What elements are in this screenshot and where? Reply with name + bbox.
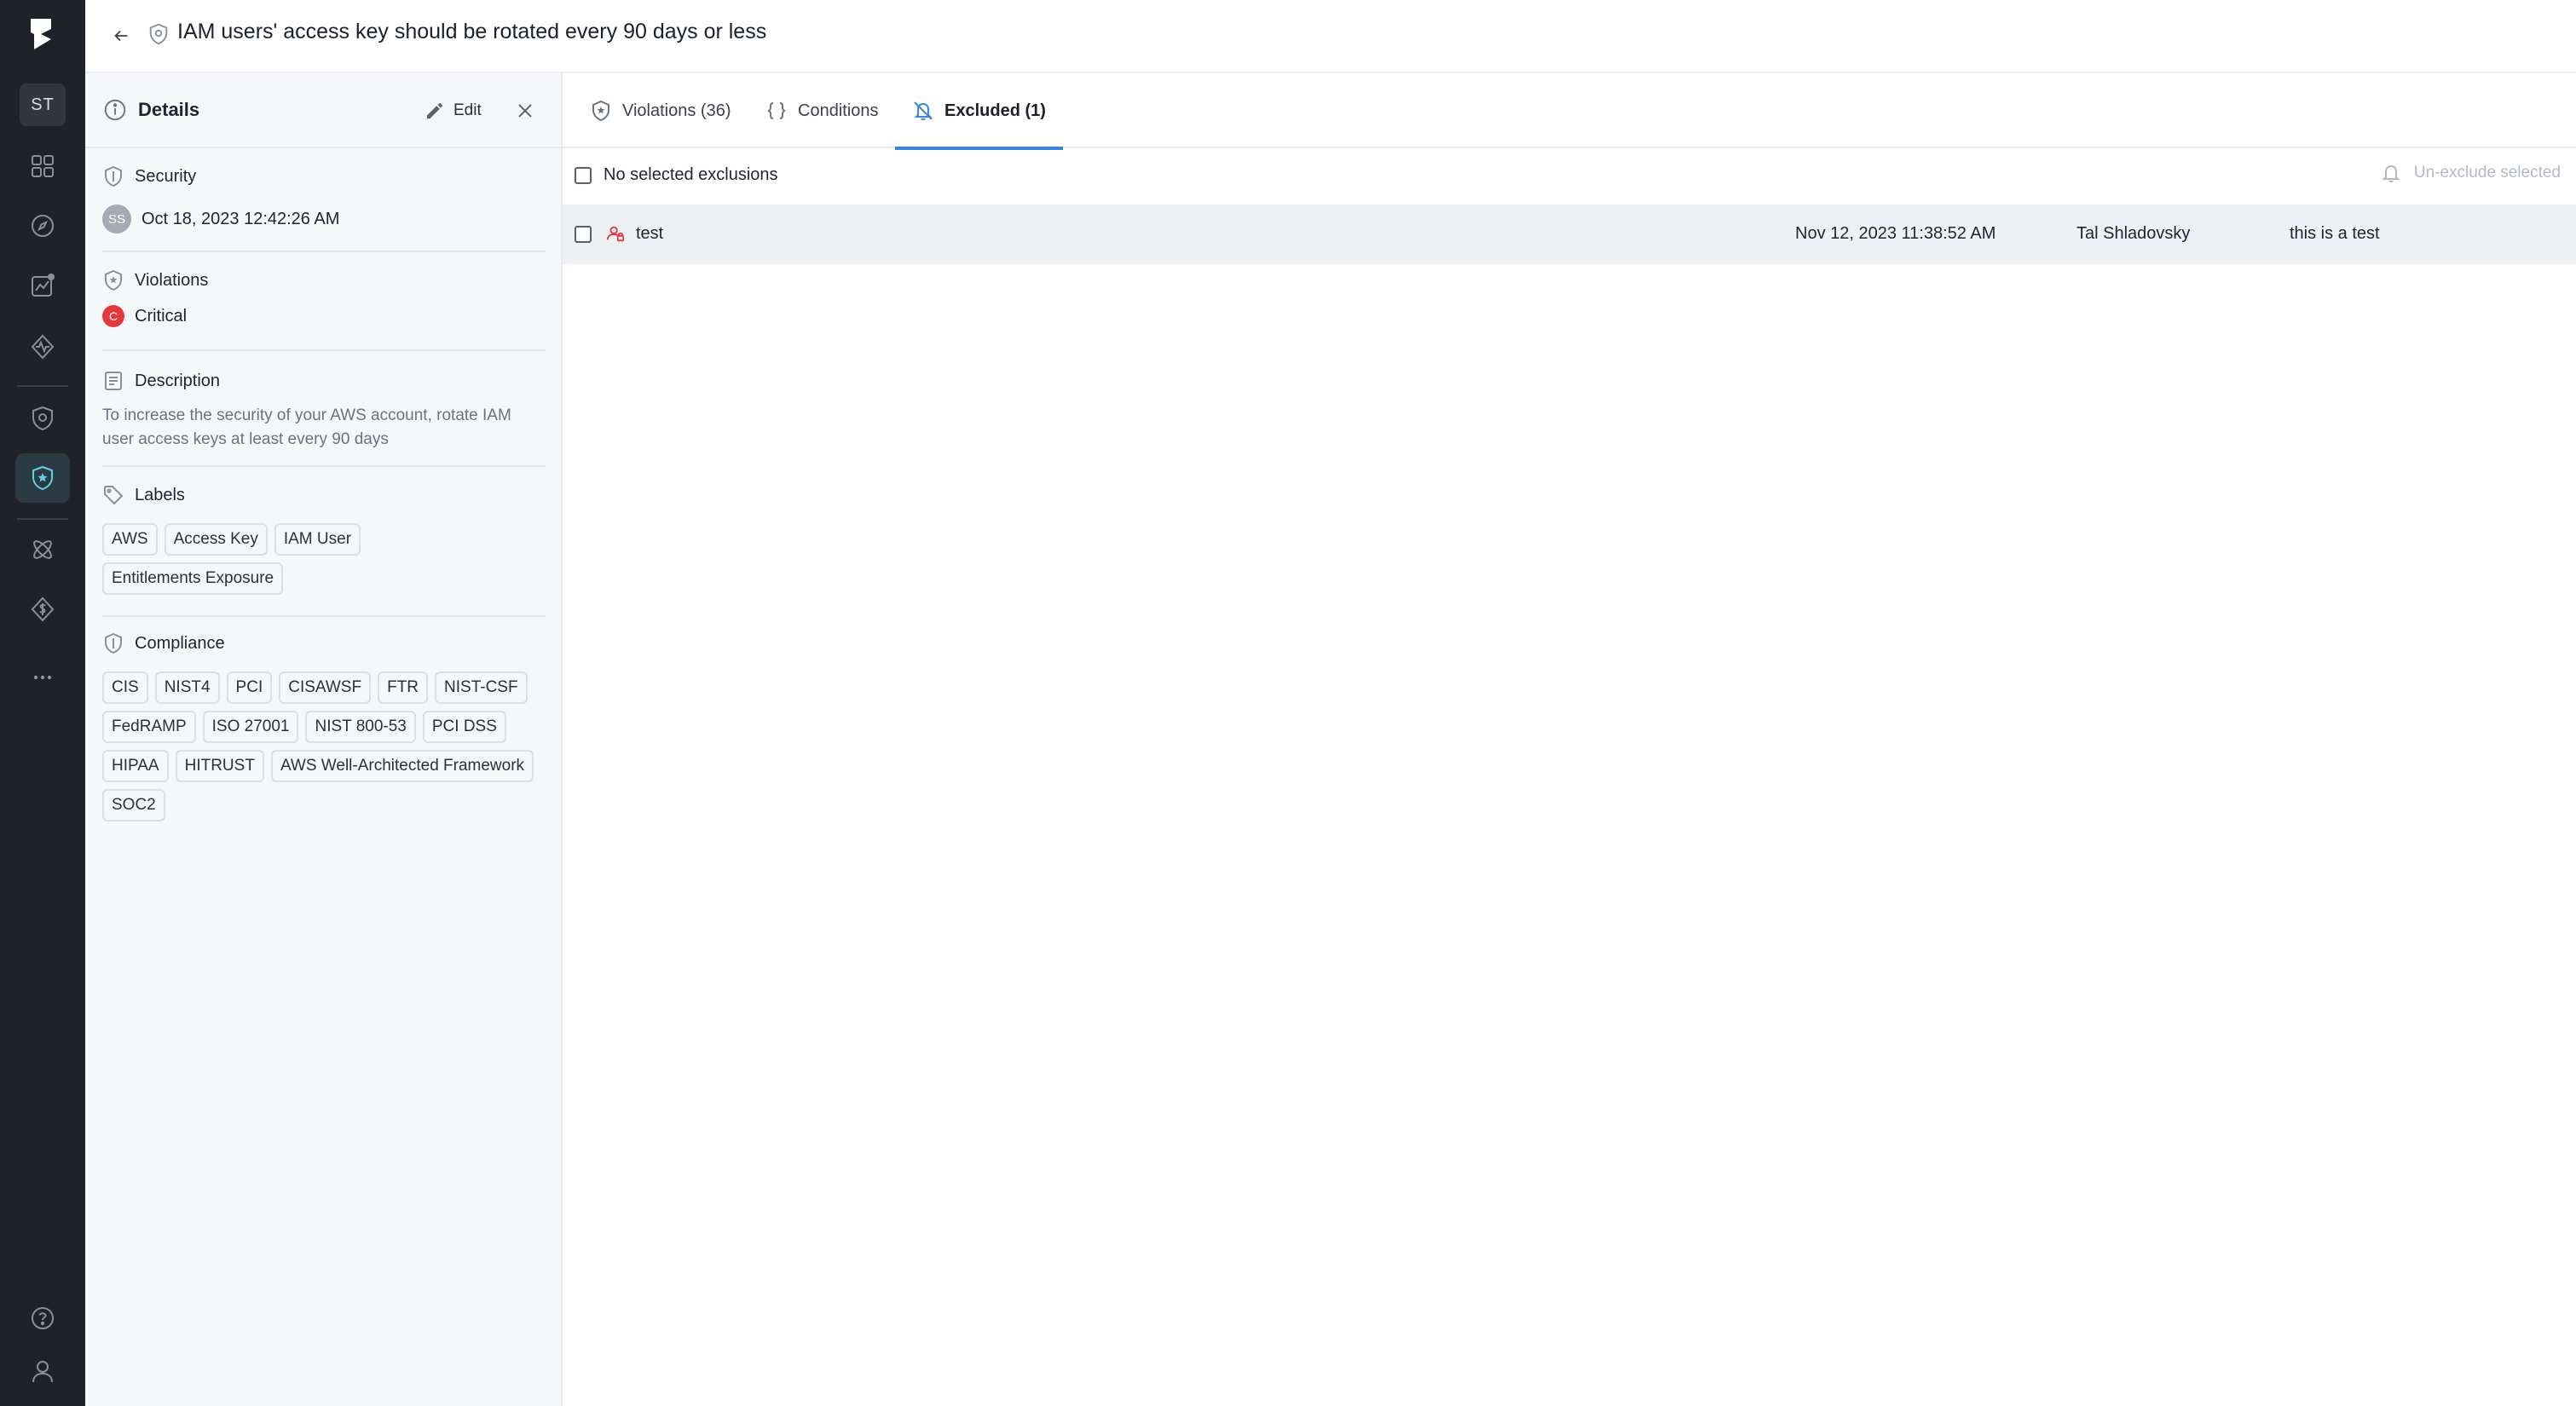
more-icon[interactable] [15,653,70,702]
chart-icon[interactable] [15,261,70,310]
labels-list: AWS Access Key IAM User Entitlements Exp… [102,523,546,595]
user-icon[interactable] [15,1346,70,1396]
exclusion-name[interactable]: test [636,224,663,244]
compliance-chip: NIST 800-53 [305,711,416,743]
tab-violations[interactable]: Violations (36) [590,73,731,148]
row-checkbox[interactable] [575,226,592,243]
section-divider [102,251,546,252]
edit-button[interactable]: Edit [425,94,493,128]
info-icon [102,97,130,124]
compliance-chip: PCI [226,671,273,704]
description-section: Description To increase the security of … [102,370,546,452]
nav-rail: ST [0,0,85,1406]
security-date: Oct 18, 2023 12:42:26 AM [142,209,340,228]
compliance-chip: NIST4 [154,671,220,704]
tab-bar: Violations (36) Conditions Excluded (1) [563,73,2576,150]
label-chip: AWS [102,523,158,556]
compliance-chip: FTR [378,671,429,704]
shield-icon [105,165,122,187]
label-chip: IAM User [274,523,361,556]
compliance-chip: NIST-CSF [435,671,528,704]
compliance-chip: HITRUST [175,750,264,782]
details-panel-header: Details Edit [85,73,561,148]
labels-section: Labels AWS Access Key IAM User Entitleme… [102,484,546,595]
tag-icon [104,486,124,505]
bell-icon [2382,164,2400,182]
compliance-chip: HIPAA [102,750,169,782]
compliance-shield-icon [105,632,122,654]
compliance-chip: ISO 27001 [202,711,299,743]
account-avatar[interactable]: ST [20,84,66,126]
cost-icon[interactable] [15,585,70,634]
compliance-chip: SOC2 [102,789,165,821]
nav-divider [17,385,68,387]
violations-icon [592,100,609,122]
description-heading: Description [135,371,221,390]
pencil-icon [427,103,442,118]
exclusion-date: Nov 12, 2023 11:38:52 AM [1795,224,1996,243]
section-divider [102,615,546,617]
braces-icon [767,102,786,119]
violations-section: Violations C Critical [102,269,546,327]
close-icon[interactable] [508,94,542,128]
section-divider [102,349,546,351]
document-icon [105,372,122,390]
details-title: Details [138,99,200,120]
section-divider [102,465,546,467]
security-shield-icon[interactable] [15,394,70,443]
compliance-list: CIS NIST4 PCI CISAWSF FTR NIST-CSF FedRA… [102,671,546,821]
exclusions-toolbar: No selected exclusions Un-exclude select… [563,148,2576,205]
exclusion-comment: this is a test [2290,224,2380,243]
violations-heading: Violations [135,270,209,290]
compliance-chip: CISAWSF [279,671,372,704]
labels-heading: Labels [135,485,185,504]
compass-icon[interactable] [15,201,70,251]
compliance-chip: PCI DSS [422,711,506,743]
security-section: Security SS Oct 18, 2023 12:42:26 AM [102,165,546,233]
selection-status: No selected exclusions [604,165,778,184]
severity-badge: C [102,305,124,327]
compliance-heading: Compliance [135,633,225,653]
label-chip: Access Key [164,523,268,556]
unexclude-label: Un-exclude selected [2413,164,2561,182]
tab-excluded-label: Excluded (1) [944,101,1046,120]
details-panel: Details Edit Security SS Oct 18, 2023 12… [85,73,563,1406]
table-row[interactable]: test Nov 12, 2023 11:38:52 AM Tal Shlado… [563,205,2576,264]
tab-conditions-label: Conditions [798,101,879,120]
unexclude-button[interactable]: Un-exclude selected [2380,162,2561,184]
dashboard-icon[interactable] [15,141,70,191]
compliance-chip: AWS Well-Architected Framework [270,750,534,782]
policy-shield-icon[interactable] [15,453,70,503]
tab-violations-label: Violations (36) [622,101,731,120]
app-logo-icon[interactable] [26,15,60,53]
select-all-checkbox[interactable] [575,167,592,184]
avatar: SS [102,205,131,233]
main-content: Violations (36) Conditions Excluded (1) … [563,73,2576,1406]
policy-shield-icon [147,22,172,48]
violations-icon [105,269,122,291]
security-heading: Security [135,166,197,186]
edit-label: Edit [453,101,482,119]
page-title: IAM users' access key should be rotated … [177,20,767,43]
iam-user-icon [605,223,627,245]
nav-divider [17,518,68,520]
label-chip: Entitlements Exposure [102,562,284,595]
page-header: IAM users' access key should be rotated … [85,0,2576,73]
tab-conditions[interactable]: Conditions [765,73,879,148]
compliance-section: Compliance CIS NIST4 PCI CISAWSF FTR NIS… [102,632,546,821]
atom-icon[interactable] [15,525,70,574]
help-icon[interactable] [15,1294,70,1343]
bell-off-icon [914,101,933,120]
exclusion-user: Tal Shladovsky [2076,224,2191,243]
activity-icon[interactable] [15,322,70,372]
tab-excluded[interactable]: Excluded (1) [895,73,1063,150]
description-text: To increase the security of your AWS acc… [102,406,511,448]
back-arrow-icon[interactable] [106,20,136,51]
severity-label: Critical [135,306,188,326]
compliance-chip: CIS [102,671,148,704]
compliance-chip: FedRAMP [102,711,196,743]
